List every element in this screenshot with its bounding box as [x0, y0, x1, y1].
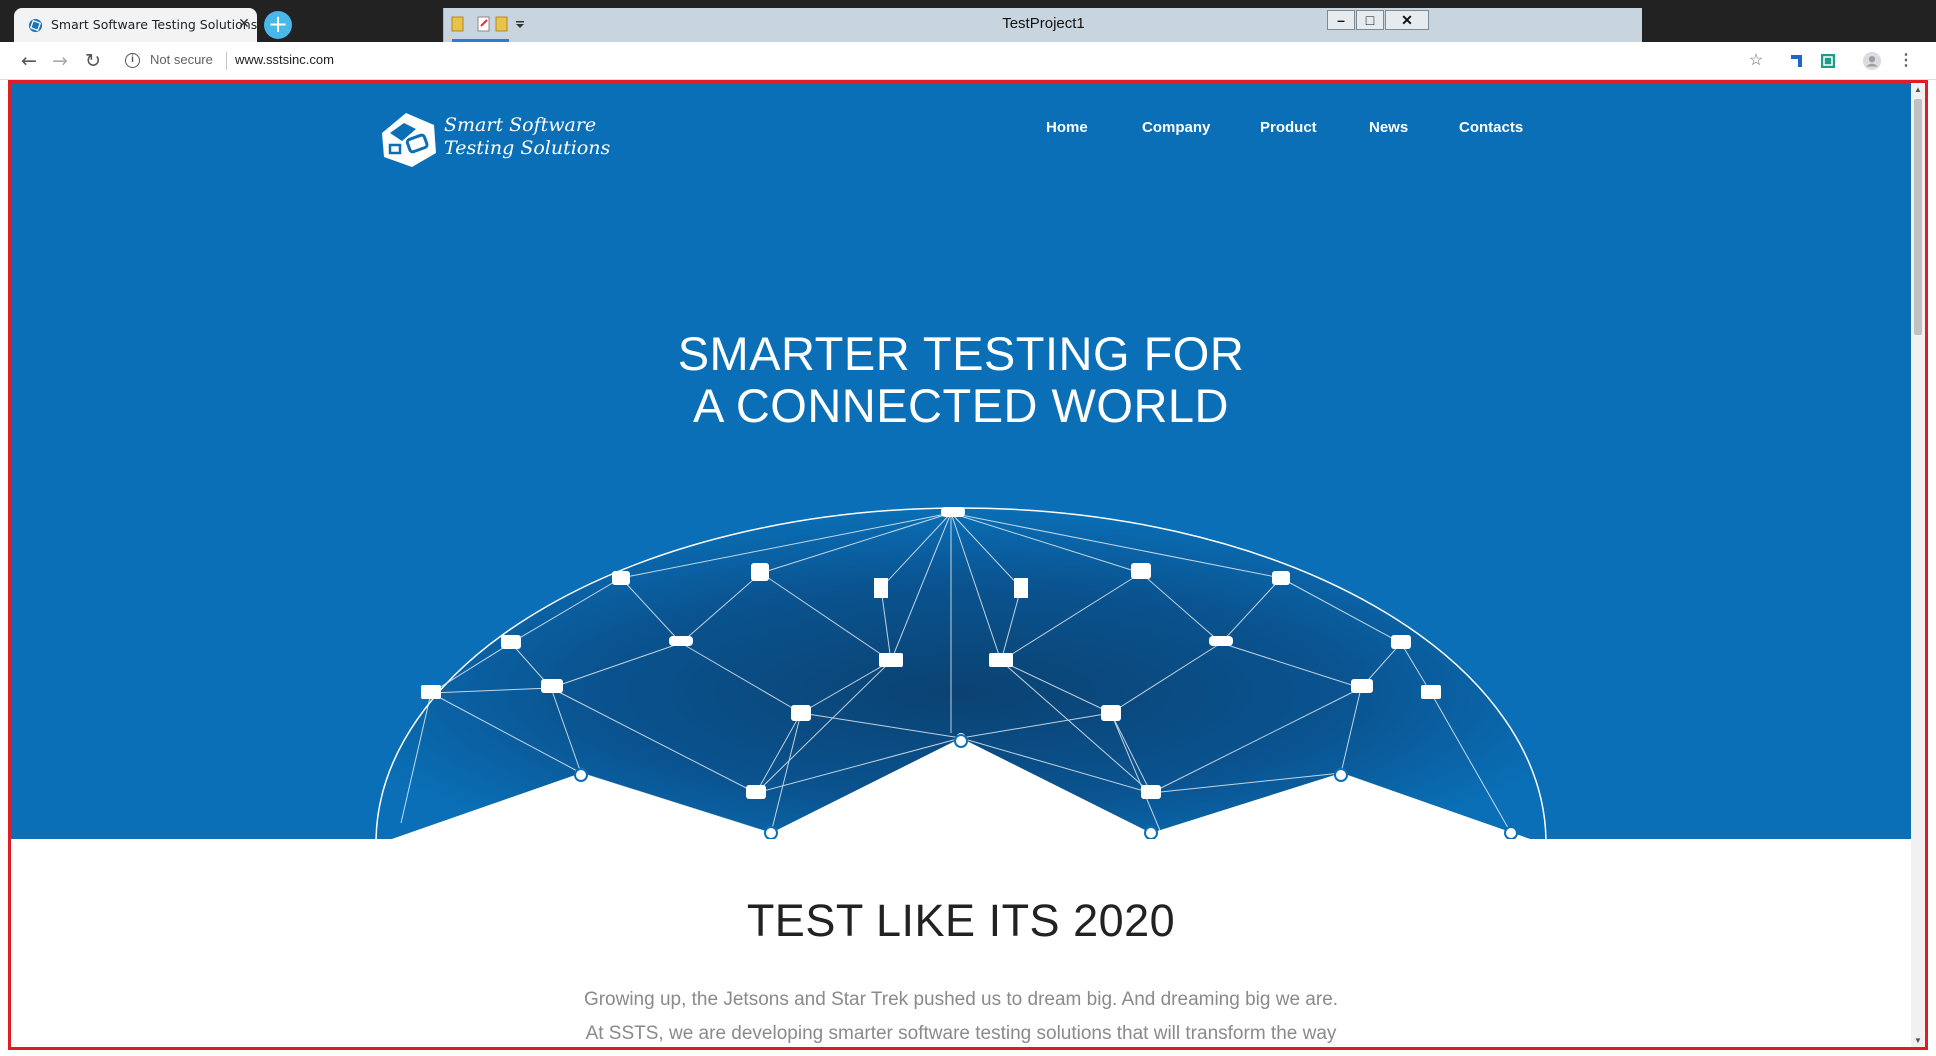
back-arrow-icon[interactable]: ←: [18, 50, 40, 72]
hero-section: Smart Software Testing Solutions Home Co…: [11, 83, 1925, 839]
tab-close-icon[interactable]: ✕: [236, 15, 252, 31]
scrollbar-thumb[interactable]: [1914, 99, 1922, 335]
hero-headline-line2: A CONNECTED WORLD: [693, 379, 1229, 432]
security-status[interactable]: Not secure: [150, 52, 213, 67]
profile-avatar-icon[interactable]: [1861, 51, 1883, 71]
nav-company[interactable]: Company: [1142, 119, 1210, 136]
minimize-button[interactable]: –: [1327, 10, 1355, 30]
close-window-button[interactable]: ✕: [1385, 10, 1429, 30]
hero-headline-line1: SMARTER TESTING FOR: [677, 327, 1245, 380]
bookmark-star-icon[interactable]: ☆: [1746, 51, 1766, 71]
page-scrollbar[interactable]: ▲ ▼: [1911, 83, 1925, 1047]
site-favicon-icon: [28, 18, 43, 33]
new-tab-button[interactable]: +: [264, 11, 292, 39]
nav-home[interactable]: Home: [1046, 119, 1088, 136]
logo-text-line2: Testing Solutions: [444, 137, 611, 159]
url-field[interactable]: www.sstsinc.com: [235, 52, 334, 67]
extension-icon[interactable]: [1787, 51, 1807, 71]
hero-headline: SMARTER TESTING FOR A CONNECTED WORLD: [11, 328, 1911, 432]
menu-kebab-icon[interactable]: ⋮: [1898, 51, 1914, 71]
scroll-up-icon[interactable]: ▲: [1913, 85, 1923, 94]
scroll-down-icon[interactable]: ▼: [1913, 1036, 1923, 1045]
url-separator: [226, 52, 227, 70]
browser-tab[interactable]: Smart Software Testing Solutions ✕: [14, 8, 257, 42]
app-title-bar: TestProject1 – □ ✕: [443, 8, 1642, 42]
section-body: Growing up, the Jetsons and Star Trek pu…: [11, 983, 1911, 1047]
nav-news[interactable]: News: [1369, 119, 1408, 136]
reload-icon[interactable]: ↻: [82, 50, 104, 72]
forward-arrow-icon[interactable]: →: [49, 50, 71, 72]
extension-square-icon[interactable]: [1818, 51, 1838, 71]
browser-titlebar: Smart Software Testing Solutions ✕ + Tes…: [0, 0, 1936, 42]
nav-contacts[interactable]: Contacts: [1459, 119, 1523, 136]
nav-product[interactable]: Product: [1260, 119, 1317, 136]
section-body-line2: At SSTS, we are developing smarter softw…: [585, 1023, 1337, 1044]
page-viewport: Smart Software Testing Solutions Home Co…: [8, 80, 1928, 1050]
section-body-line1: Growing up, the Jetsons and Star Trek pu…: [583, 989, 1339, 1010]
site-logo[interactable]: Smart Software Testing Solutions: [376, 107, 616, 171]
section-title: TEST LIKE ITS 2020: [746, 895, 1176, 946]
app-window-title: TestProject1: [1002, 15, 1085, 32]
maximize-button[interactable]: □: [1356, 10, 1384, 30]
logo-text-line1: Smart Software: [444, 114, 597, 136]
address-bar: ← → ↻ i Not secure www.sstsinc.com ☆ ⋮: [0, 42, 1936, 80]
logo-cube-icon: [382, 113, 436, 167]
connected-world-globe-illustration: [375, 507, 1547, 839]
tab-title: Smart Software Testing Solutions: [51, 17, 258, 32]
info-icon[interactable]: i: [125, 53, 140, 68]
